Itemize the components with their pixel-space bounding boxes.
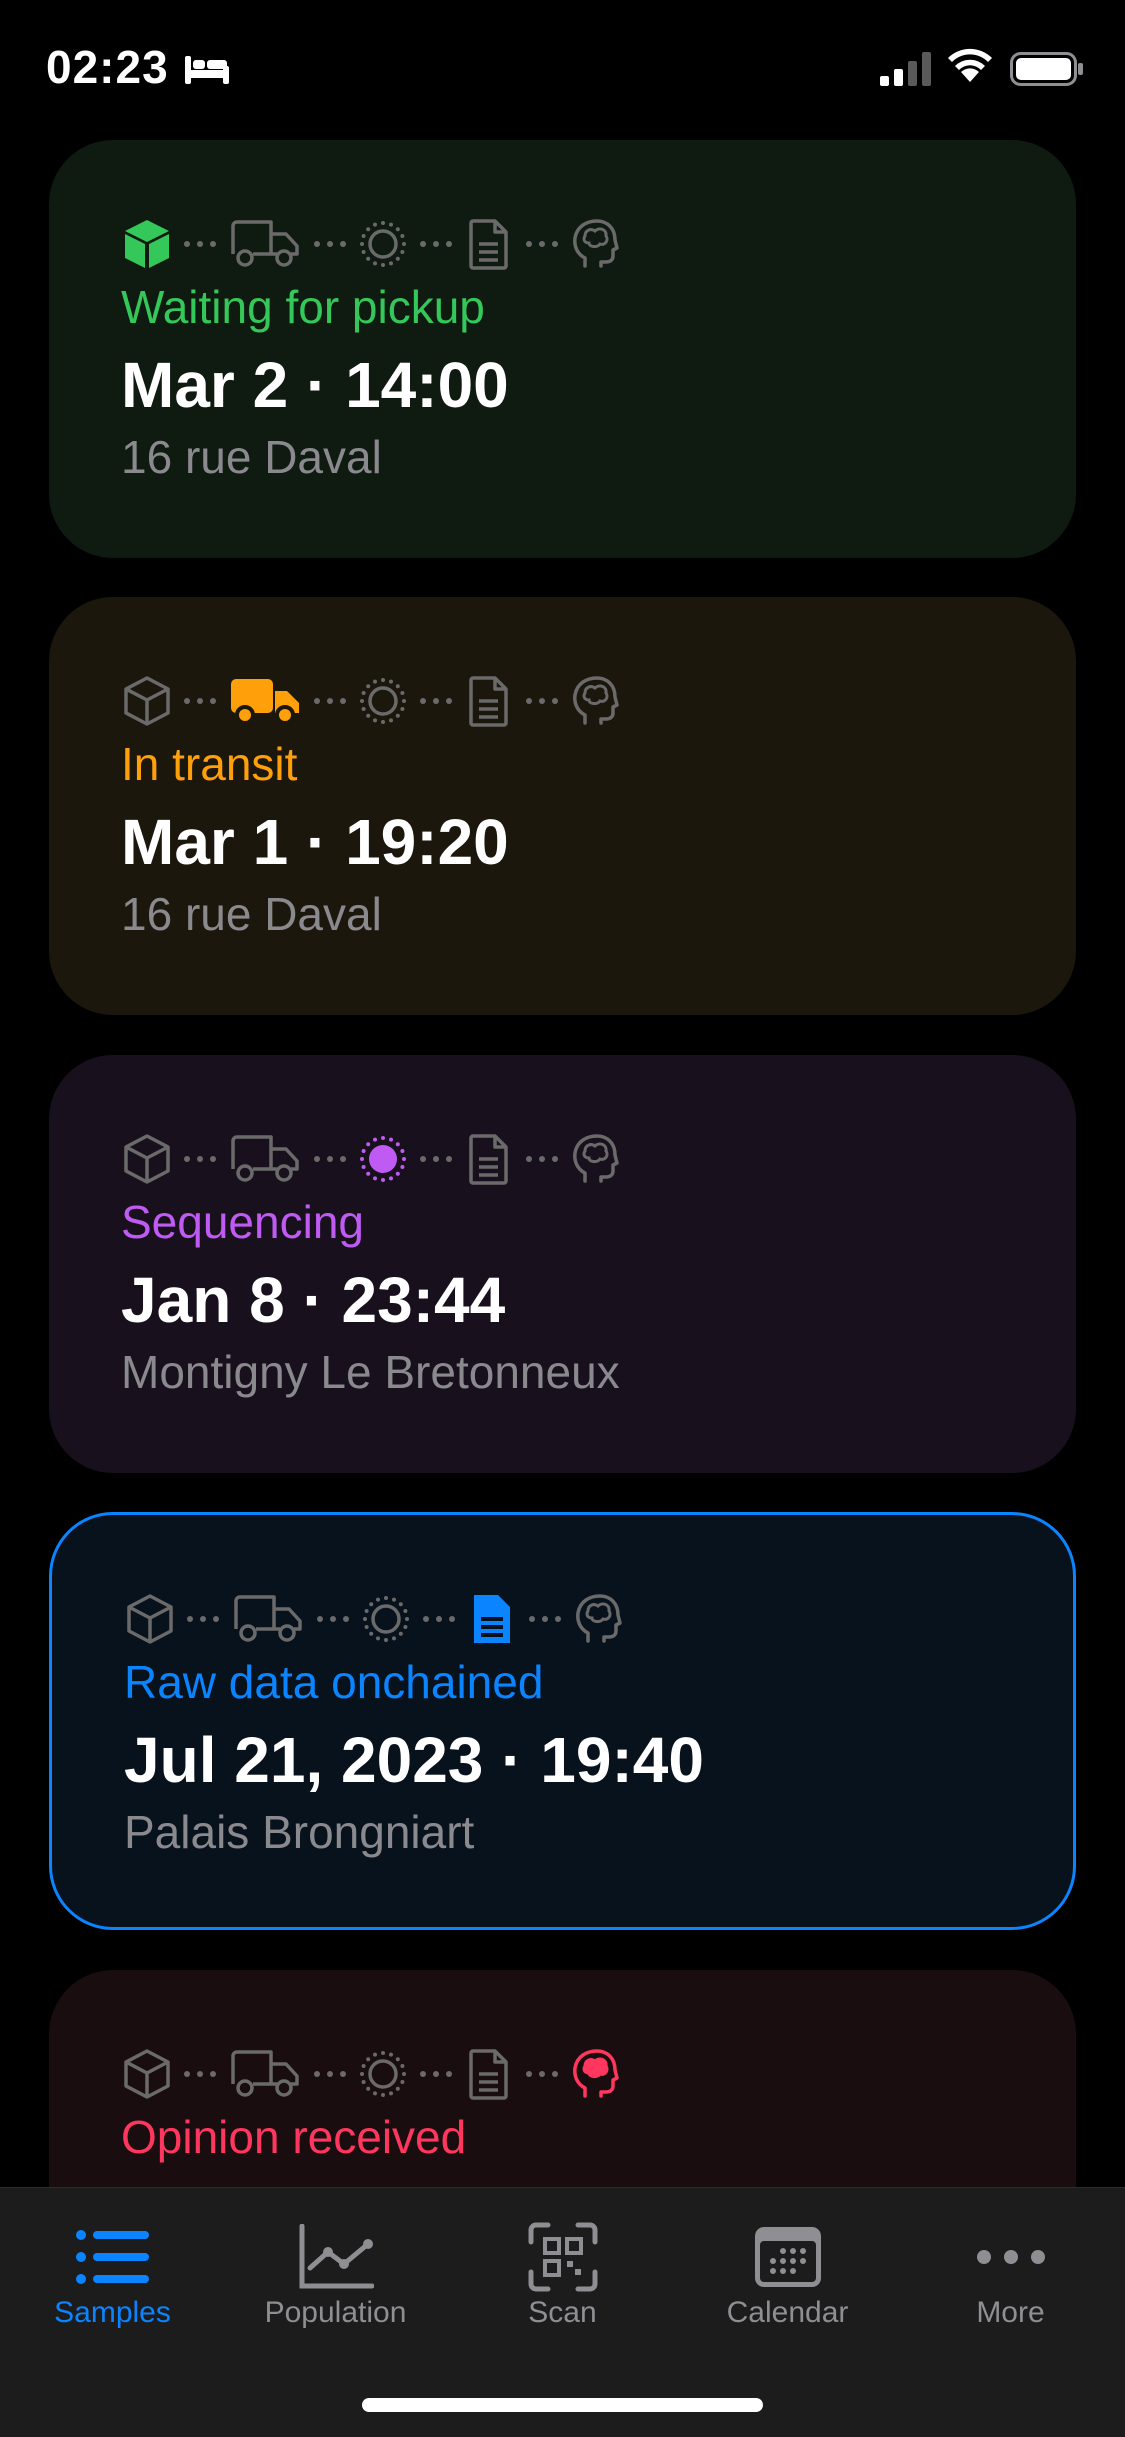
cellular-signal-icon: [880, 52, 931, 86]
package-icon: [126, 1593, 174, 1645]
ellipsis-icon: [976, 2250, 1045, 2264]
progress-steps: [123, 214, 619, 274]
brain-icon: [571, 2048, 619, 2100]
sample-location: 16 rue Daval: [121, 888, 382, 940]
step-connector: [516, 1616, 574, 1622]
truck-icon: [229, 1133, 301, 1185]
step-connector: [171, 241, 229, 247]
progress-steps: [123, 1129, 619, 1189]
sample-status: In transit: [121, 738, 298, 790]
chart-icon: [299, 2224, 374, 2289]
tab-bar: Samples Population Scan Calendar More: [0, 2187, 1125, 2437]
progress-steps: [123, 2044, 619, 2104]
step-connector: [174, 1616, 232, 1622]
step-connector: [513, 1156, 571, 1162]
step-connector: [171, 2071, 229, 2077]
step-connector: [171, 698, 229, 704]
tab-samples[interactable]: Samples: [0, 2188, 225, 2358]
sun-icon: [362, 1593, 410, 1645]
step-connector: [513, 241, 571, 247]
tab-more-label: More: [976, 2296, 1045, 2329]
document-icon: [468, 1593, 516, 1645]
progress-steps: [123, 671, 619, 731]
brain-icon: [571, 218, 619, 270]
truck-icon: [232, 1593, 304, 1645]
status-bar: 02:23: [0, 0, 1125, 140]
sample-status: Waiting for pickup: [121, 281, 485, 333]
sample-status: Opinion received: [121, 2111, 467, 2163]
document-icon: [465, 675, 513, 727]
sample-card[interactable]: In transit Mar 1 · 19:20 16 rue Daval: [49, 597, 1076, 1015]
brain-icon: [574, 1593, 622, 1645]
tab-calendar[interactable]: Calendar: [675, 2188, 900, 2358]
package-icon: [123, 675, 171, 727]
truck-icon: [229, 675, 301, 727]
sample-status: Sequencing: [121, 1196, 364, 1248]
sun-icon: [359, 675, 407, 727]
package-icon: [123, 2048, 171, 2100]
tab-calendar-label: Calendar: [726, 2296, 849, 2329]
progress-steps: [126, 1589, 622, 1649]
wifi-icon: [948, 48, 992, 82]
calendar-icon: [754, 2227, 821, 2287]
sun-icon: [359, 218, 407, 270]
tab-scan-label: Scan: [528, 2296, 597, 2329]
step-connector: [513, 698, 571, 704]
qr-scan-icon: [528, 2222, 597, 2292]
tab-scan[interactable]: Scan: [450, 2188, 675, 2358]
step-connector: [171, 1156, 229, 1162]
sample-location: Palais Brongniart: [124, 1806, 475, 1858]
sample-location: 16 rue Daval: [121, 431, 382, 483]
sample-location: Montigny Le Bretonneux: [121, 1346, 620, 1398]
step-connector: [301, 1156, 359, 1162]
sample-date: Jan 8 · 23:44: [121, 1264, 506, 1336]
step-connector: [407, 241, 465, 247]
list-icon: [75, 2230, 149, 2284]
tab-population[interactable]: Population: [223, 2188, 448, 2358]
sample-status: Raw data onchained: [124, 1656, 544, 1708]
battery-icon: [1010, 52, 1083, 86]
document-icon: [465, 2048, 513, 2100]
tab-samples-label: Samples: [54, 2296, 171, 2329]
truck-icon: [229, 218, 301, 270]
step-connector: [407, 1156, 465, 1162]
sample-date: Mar 2 · 14:00: [121, 349, 509, 421]
sample-date: Jul 21, 2023 · 19:40: [124, 1724, 704, 1796]
brain-icon: [571, 675, 619, 727]
sun-icon: [359, 2048, 407, 2100]
step-connector: [301, 2071, 359, 2077]
sample-card[interactable]: Waiting for pickup Mar 2 · 14:00 16 rue Da…: [49, 140, 1076, 558]
document-icon: [465, 218, 513, 270]
sample-date: Mar 1 · 19:20: [121, 806, 509, 878]
step-connector: [301, 698, 359, 704]
home-indicator: [362, 2398, 763, 2412]
brain-icon: [571, 1133, 619, 1185]
step-connector: [410, 1616, 468, 1622]
document-icon: [465, 1133, 513, 1185]
status-time: 02:23: [46, 41, 169, 93]
truck-icon: [229, 2048, 301, 2100]
tab-population-label: Population: [264, 2296, 407, 2329]
package-icon: [123, 218, 171, 270]
package-icon: [123, 1133, 171, 1185]
step-connector: [513, 2071, 571, 2077]
step-connector: [301, 241, 359, 247]
sun-icon: [359, 1133, 407, 1185]
step-connector: [407, 698, 465, 704]
step-connector: [304, 1616, 362, 1622]
step-connector: [407, 2071, 465, 2077]
tab-more[interactable]: More: [898, 2188, 1123, 2358]
sample-card[interactable]: Sequencing Jan 8 · 23:44 Montigny Le Breto…: [49, 1055, 1076, 1473]
bed-icon: [185, 56, 229, 84]
sample-card[interactable]: Raw data onchained Jul 21, 2023 · 19:40 Pa…: [49, 1512, 1076, 1930]
